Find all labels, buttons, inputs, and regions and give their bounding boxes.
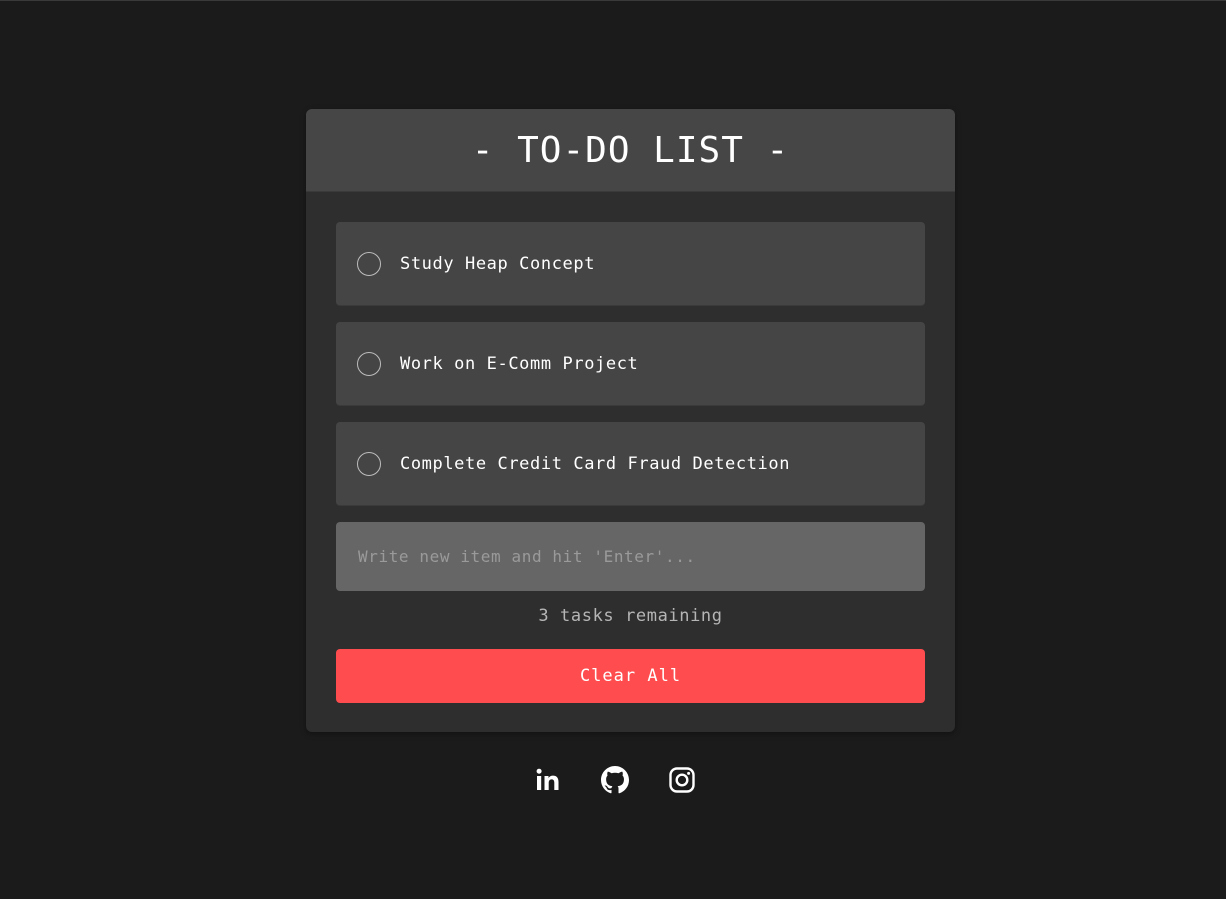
todo-card: - TO-DO LIST - Study Heap Concept Work o… bbox=[306, 109, 955, 732]
tasks-remaining-text: 3 tasks remaining bbox=[538, 606, 723, 626]
page-title: - TO-DO LIST - bbox=[471, 129, 790, 171]
linkedin-icon bbox=[536, 768, 559, 790]
checkbox-circle-icon[interactable] bbox=[357, 251, 381, 276]
checkbox-circle-icon[interactable] bbox=[357, 451, 381, 476]
todo-item-label: Study Heap Concept bbox=[400, 253, 596, 274]
instagram-icon bbox=[669, 767, 695, 793]
todo-list: Study Heap Concept Work on E-Comm Projec… bbox=[336, 222, 925, 522]
card-header: - TO-DO LIST - bbox=[306, 109, 955, 192]
todo-item[interactable]: Study Heap Concept bbox=[336, 222, 925, 306]
linkedin-link[interactable] bbox=[534, 766, 562, 794]
clear-all-button[interactable]: Clear All bbox=[336, 649, 925, 703]
github-icon bbox=[601, 766, 629, 794]
github-link[interactable] bbox=[601, 766, 629, 794]
new-item-input[interactable] bbox=[336, 522, 925, 591]
todo-item[interactable]: Complete Credit Card Fraud Detection bbox=[336, 422, 925, 506]
page: - TO-DO LIST - Study Heap Concept Work o… bbox=[0, 0, 1226, 899]
todo-item-label: Work on E-Comm Project bbox=[400, 353, 639, 374]
social-links bbox=[0, 766, 1226, 794]
instagram-link[interactable] bbox=[668, 766, 696, 794]
todo-item-label: Complete Credit Card Fraud Detection bbox=[400, 453, 791, 474]
todo-item[interactable]: Work on E-Comm Project bbox=[336, 322, 925, 406]
checkbox-circle-icon[interactable] bbox=[357, 351, 381, 376]
